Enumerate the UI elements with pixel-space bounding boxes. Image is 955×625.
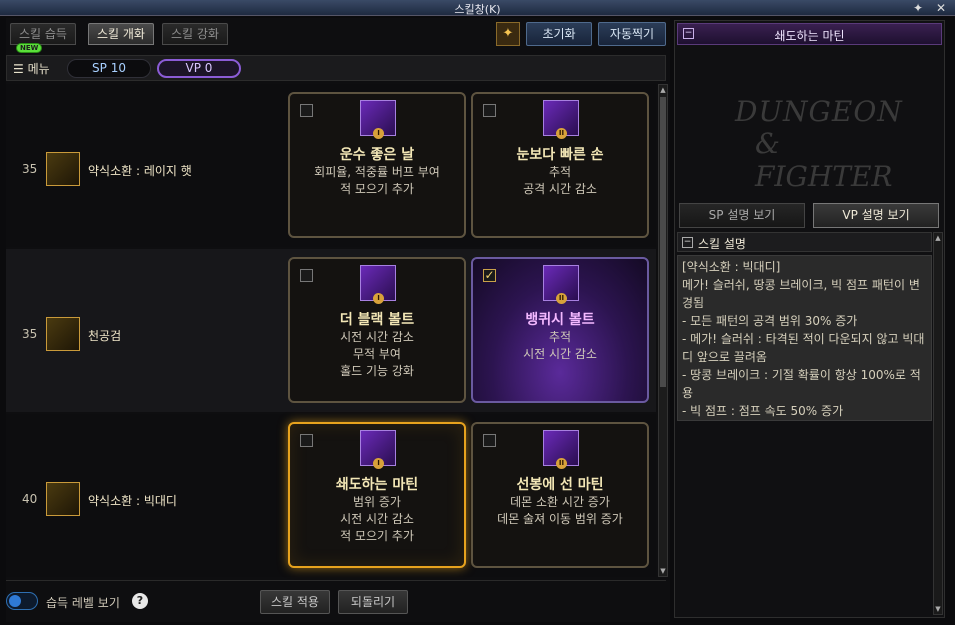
game-logo: DUNGEON & FIGHTER: [715, 65, 915, 195]
card-desc: 회피율, 적중률 버프 부여 적 모으기 추가: [314, 165, 440, 196]
rage-hat-skill-icon: [46, 152, 80, 186]
card-title: 쇄도하는 마틴: [335, 477, 419, 493]
logo-text-line1: DUNGEON: [735, 95, 903, 128]
desc-line: - 메가! 슬러쉬 : 타격된 적이 다운되지 않고 빅대디 앞으로 끌려옴: [682, 332, 925, 364]
toggle-label: 습득 레벨 보기: [46, 596, 120, 610]
tab-skill-enhance[interactable]: 스킬 강화: [162, 23, 228, 45]
window-titlebar: 스킬창(K) ✦ ✕: [0, 0, 955, 16]
scroll-thumb[interactable]: [660, 97, 666, 387]
menu-label: 메뉴: [27, 62, 50, 76]
bloom-card[interactable]: I 운수 좋은 날 회피율, 적중률 버프 부여 적 모으기 추가: [288, 92, 466, 238]
card-checkbox[interactable]: [300, 104, 313, 117]
detail-header: − 쇄도하는 마틴: [677, 23, 942, 45]
window-title: 스킬창(K): [454, 3, 501, 16]
skill-level: 40: [22, 492, 38, 506]
card-title: 선봉에 선 마틴: [516, 477, 604, 493]
roman-badge: I: [373, 293, 384, 304]
roman-badge: I: [373, 458, 384, 469]
bloom-skill-icon: I: [360, 430, 396, 469]
bloom-skill-icon: II: [543, 100, 579, 139]
roman-badge: II: [556, 293, 567, 304]
description-section-header[interactable]: − 스킬 설명: [677, 232, 932, 252]
menu-button[interactable]: ☰ 메뉴: [13, 60, 50, 77]
skill-list-scrollbar[interactable]: ▲ ▼: [658, 84, 668, 577]
skill-level: 35: [22, 327, 38, 341]
sp-counter: SP 10: [67, 59, 151, 78]
card-checkbox[interactable]: [483, 104, 496, 117]
card-desc: 추적 공격 시간 감소: [523, 165, 597, 196]
divider: [6, 580, 666, 581]
bloom-skill-icon: I: [360, 100, 396, 139]
card-checkbox[interactable]: [483, 434, 496, 447]
scroll-down-icon[interactable]: ▼: [934, 604, 942, 614]
desc-line: - 모든 패턴의 공격 범위 30% 증가: [682, 314, 858, 328]
card-checkbox[interactable]: [300, 269, 313, 282]
bloom-card[interactable]: II 눈보다 빠른 손 추적 공격 시간 감소: [471, 92, 649, 238]
skill-row: 40 약식소환 : 빅대디 I 쇄도하는 마틴 범위 증가 시전 시간 감소 적 모…: [6, 414, 656, 577]
skill-tree-pane: 스킬 습득 스킬 개화 스킬 강화 NEW ✦ 초기화 자동찍기 ☰ 메뉴 SP…: [6, 18, 670, 622]
roman-badge: II: [556, 128, 567, 139]
skill-description: [약식소환 : 빅대디] 메가! 슬러쉬, 땅콩 브레이크, 빅 점프 패턴이 …: [677, 255, 932, 421]
card-title: 운수 좋은 날: [339, 147, 415, 163]
roman-badge: II: [556, 458, 567, 469]
detail-title: 쇄도하는 마틴: [774, 29, 845, 43]
learn-level-toggle[interactable]: [6, 592, 38, 610]
card-desc: 시전 시간 감소 무적 부여 홀드 기능 강화: [340, 330, 414, 378]
tab-skill-bloom[interactable]: 스킬 개화: [88, 23, 154, 45]
bloom-card[interactable]: II 선봉에 선 마틴 데몬 소환 시간 증가 데몬 술져 이동 범위 증가: [471, 422, 649, 568]
apply-skill-button[interactable]: 스킬 적용: [260, 590, 330, 614]
collapse-icon[interactable]: −: [682, 237, 693, 248]
hamburger-icon: ☰: [13, 62, 24, 76]
auto-assign-button[interactable]: 자동찍기: [598, 22, 666, 46]
tab-skill-learn[interactable]: 스킬 습득: [10, 23, 76, 45]
card-desc: 범위 증가 시전 시간 감소 적 모으기 추가: [340, 495, 414, 543]
pin-icon[interactable]: ✦: [910, 0, 926, 16]
card-title: 뱅퀴시 볼트: [525, 312, 595, 328]
bloom-card[interactable]: I 더 블랙 볼트 시전 시간 감소 무적 부여 홀드 기능 강화: [288, 257, 466, 403]
skill-name: 천공검: [88, 329, 122, 343]
scroll-up-icon[interactable]: ▲: [934, 233, 942, 243]
bloom-skill-icon: I: [360, 265, 396, 304]
big-daddy-skill-icon: [46, 482, 80, 516]
roman-badge: I: [373, 128, 384, 139]
card-checkbox[interactable]: [300, 434, 313, 447]
reset-button[interactable]: 초기화: [526, 22, 592, 46]
bloom-skill-icon: II: [543, 430, 579, 469]
scroll-down-icon[interactable]: ▼: [659, 566, 667, 576]
sky-sword-skill-icon: [46, 317, 80, 351]
skill-detail-pane: − 쇄도하는 마틴 DUNGEON & FIGHTER SP 설명 보기 VP …: [674, 20, 945, 618]
new-badge: NEW: [16, 43, 43, 53]
desc-line: - 땅콩 브레이크 : 기절 확률이 항상 100%로 적용: [682, 368, 921, 400]
bloom-card-checked[interactable]: ✓ II 뱅퀴시 볼트 추적 시전 시간 감소: [471, 257, 649, 403]
bloom-skill-icon: II: [543, 265, 579, 304]
card-desc: 추적 시전 시간 감소: [523, 330, 597, 361]
card-title: 더 블랙 볼트: [339, 312, 415, 328]
skill-row: 35 약식소환 : 레이지 햇 I 운수 좋은 날 회피율, 적중률 버프 부여…: [6, 84, 656, 247]
tab-sp-description[interactable]: SP 설명 보기: [679, 203, 805, 228]
skill-row: 35 천공검 I 더 블랙 볼트 시전 시간 감소 무적 부여 홀드 기능 강화 ✓…: [6, 249, 656, 412]
help-icon[interactable]: ?: [132, 593, 148, 609]
scroll-up-icon[interactable]: ▲: [659, 85, 667, 95]
desc-line: [약식소환 : 빅대디]: [682, 260, 781, 274]
skill-name: 약식소환 : 빅대디: [88, 494, 177, 508]
vp-counter: VP 0: [157, 59, 241, 78]
skill-name: 약식소환 : 레이지 햇: [88, 164, 192, 178]
card-desc: 데몬 소환 시간 증가 데몬 술져 이동 범위 증가: [497, 495, 623, 526]
logo-text-line2: & FIGHTER: [755, 127, 893, 193]
section-title: 스킬 설명: [698, 237, 746, 251]
revert-button[interactable]: 되돌리기: [338, 590, 408, 614]
sparkle-icon[interactable]: ✦: [496, 22, 520, 46]
toggle-knob: [9, 595, 21, 607]
description-scrollbar[interactable]: ▲ ▼: [933, 232, 943, 615]
card-checkbox[interactable]: ✓: [483, 269, 496, 282]
skill-rows: 35 약식소환 : 레이지 햇 I 운수 좋은 날 회피율, 적중률 버프 부여…: [6, 84, 656, 577]
desc-line: - 빅 점프 : 점프 속도 50% 증가: [682, 404, 844, 418]
menu-bar: ☰ 메뉴 SP 10 VP 0: [6, 55, 666, 81]
bloom-card-selected[interactable]: I 쇄도하는 마틴 범위 증가 시전 시간 감소 적 모으기 추가: [288, 422, 466, 568]
tab-vp-description[interactable]: VP 설명 보기: [813, 203, 939, 228]
close-icon[interactable]: ✕: [933, 0, 949, 16]
desc-line: 메가! 슬러쉬, 땅콩 브레이크, 빅 점프 패턴이 변경됨: [682, 278, 920, 310]
card-title: 눈보다 빠른 손: [516, 147, 604, 163]
skill-level: 35: [22, 162, 38, 176]
